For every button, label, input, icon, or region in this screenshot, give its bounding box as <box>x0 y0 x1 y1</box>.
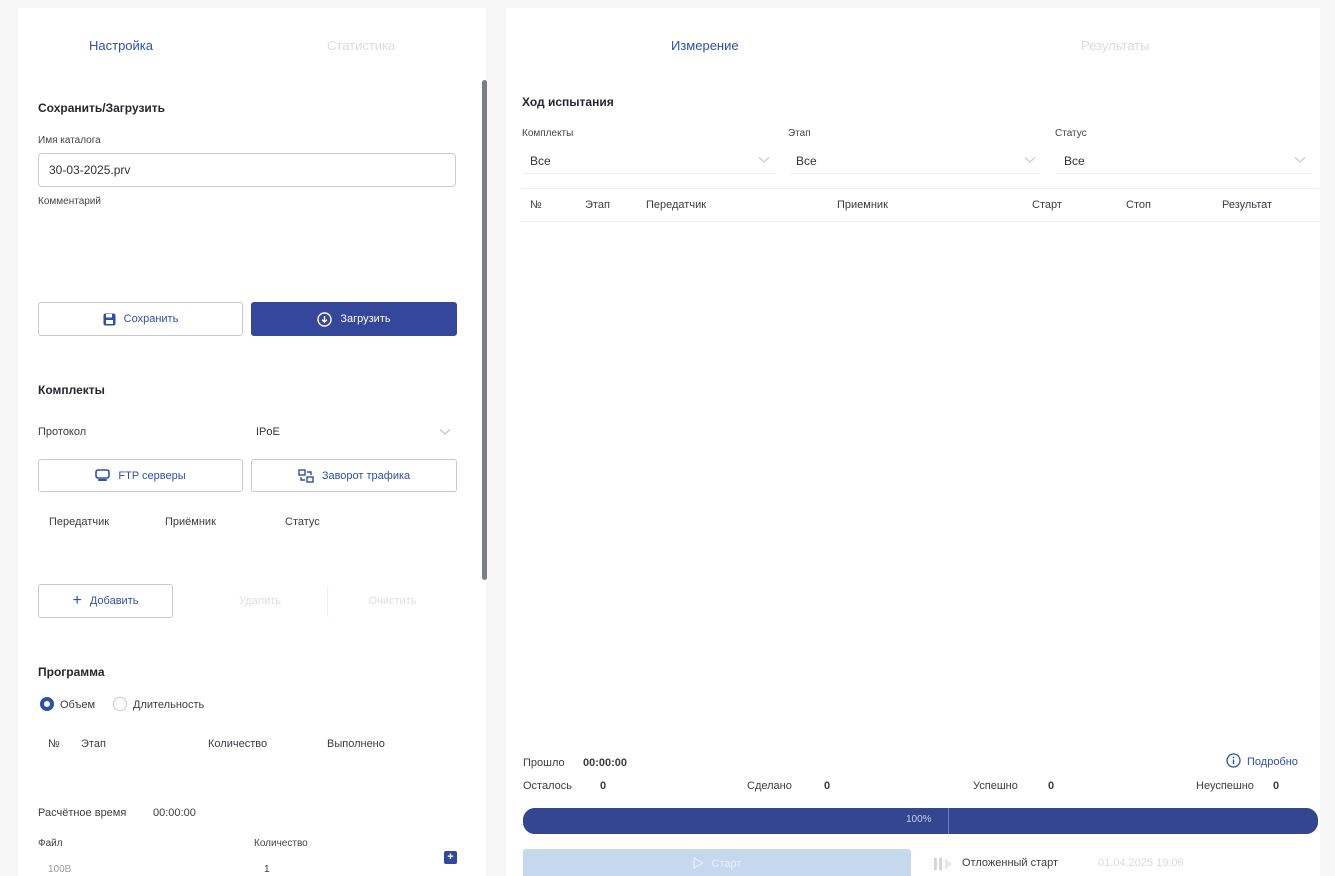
filter-status-value: Все <box>1064 154 1085 168</box>
chevron-down-icon <box>1294 153 1306 167</box>
comment-label: Комментарий <box>38 196 101 207</box>
success-label: Успешно <box>973 780 1018 792</box>
tab-settings[interactable]: Настройка <box>89 38 153 53</box>
delete-kit-button[interactable]: Удалить <box>201 584 319 618</box>
file-label: Файл <box>38 838 63 849</box>
info-icon <box>1226 753 1241 771</box>
filter-stage-label: Этап <box>788 128 811 139</box>
remaining-value: 0 <box>600 780 607 792</box>
program-col-number: № <box>48 738 60 750</box>
done-value: 0 <box>824 780 831 792</box>
fail-label: Неуспешно <box>1196 780 1254 792</box>
add-kit-label: Добавить <box>89 595 139 607</box>
col-stop: Стоп <box>1126 199 1151 211</box>
loopback-icon <box>298 468 314 483</box>
fail-value: 0 <box>1273 780 1280 792</box>
progress-bar: 100% <box>523 808 1318 834</box>
col-number: № <box>530 199 542 211</box>
plus-icon: + <box>72 592 82 609</box>
col-transmitter: Передатчик <box>646 199 707 211</box>
tab-results[interactable]: Результаты <box>1081 38 1149 53</box>
catalog-name-input[interactable]: 30-03-2025.prv <box>38 153 456 187</box>
ftp-servers-label: FTP серверы <box>118 469 186 482</box>
save-button-label: Сохранить <box>123 313 179 325</box>
details-link-label: Подробно <box>1247 756 1298 768</box>
load-button-label: Загрузить <box>340 313 391 325</box>
add-kit-button[interactable]: + Добавить <box>38 584 173 618</box>
protocol-value: IPoE <box>256 426 280 438</box>
progress-divider <box>948 808 949 834</box>
done-label: Сделано <box>747 780 792 792</box>
server-icon <box>95 469 111 482</box>
col-start: Старт <box>1032 199 1062 211</box>
clear-kits-button[interactable]: Очистить <box>327 584 457 618</box>
details-link[interactable]: Подробно <box>1226 753 1298 771</box>
clear-kits-label: Очистить <box>368 595 417 607</box>
filter-status-select[interactable]: Все <box>1058 146 1310 174</box>
remaining-label: Осталось <box>523 780 572 792</box>
save-button[interactable]: Сохранить <box>38 302 243 336</box>
results-table-header <box>522 188 1318 222</box>
calc-time-label: Расчётное время <box>38 807 127 819</box>
chevron-down-icon <box>439 425 451 439</box>
tab-statistics[interactable]: Статистика <box>327 38 395 53</box>
add-program-row-icon[interactable]: + <box>444 851 457 864</box>
traffic-loopback-button[interactable]: Заворот трафика <box>251 459 457 492</box>
left-panel-scrollbar[interactable] <box>482 80 487 580</box>
radio-duration[interactable] <box>113 697 127 711</box>
col-receiver: Приемник <box>837 199 888 211</box>
protocol-label: Протокол <box>38 426 87 438</box>
calc-time-value: 00:00:00 <box>153 807 196 819</box>
catalog-label: Имя каталога <box>38 135 101 146</box>
elapsed-label: Прошло <box>523 757 565 769</box>
filter-status-label: Статус <box>1055 128 1087 139</box>
load-button[interactable]: Загрузить <box>251 302 457 336</box>
save-load-title: Сохранить/Загрузить <box>38 101 166 115</box>
quantity-label: Количество <box>254 838 308 849</box>
kits-col-transmitter: Передатчик <box>49 516 110 528</box>
chevron-down-icon <box>1024 153 1036 167</box>
filter-kits-value: Все <box>530 154 551 168</box>
download-circle-icon <box>317 311 333 327</box>
filter-kits-select[interactable]: Все <box>524 146 774 174</box>
chevron-down-icon <box>758 153 770 167</box>
progress-title: Ход испытания <box>522 95 614 109</box>
traffic-loopback-label: Заворот трафика <box>321 469 411 482</box>
deferred-start-datetime[interactable]: 01.04.2025 19:06 <box>1098 857 1184 869</box>
col-stage: Этап <box>585 199 610 211</box>
file-value[interactable]: 100B <box>48 864 71 875</box>
start-button-label: Старт <box>711 858 742 870</box>
col-result: Результат <box>1222 199 1273 211</box>
quantity-value[interactable]: 1 <box>264 864 270 875</box>
progress-percent: 100% <box>906 814 932 825</box>
kits-col-status: Статус <box>285 516 320 528</box>
elapsed-value: 00:00:00 <box>583 757 628 769</box>
filter-stage-select[interactable]: Все <box>790 146 1040 174</box>
program-title: Программа <box>38 665 105 679</box>
protocol-select[interactable]: IPoE <box>250 418 455 446</box>
play-icon <box>692 856 704 872</box>
kits-col-receiver: Приёмник <box>165 516 216 528</box>
deferred-start-toggle-icon[interactable] <box>933 856 953 875</box>
floppy-disk-icon <box>103 313 116 326</box>
filter-kits-label: Комплекты <box>522 128 574 139</box>
tab-measurement[interactable]: Измерение <box>671 38 739 53</box>
success-value: 0 <box>1048 780 1055 792</box>
radio-volume[interactable] <box>40 697 54 711</box>
measurement-panel <box>506 8 1320 876</box>
start-button[interactable]: Старт <box>523 849 911 876</box>
radio-duration-label: Длительность <box>133 699 205 711</box>
program-col-quantity: Количество <box>208 738 268 750</box>
kits-title: Комплекты <box>38 383 105 397</box>
deferred-start-label: Отложенный старт <box>962 857 1059 869</box>
comment-field[interactable] <box>38 212 456 292</box>
radio-volume-label: Объем <box>60 699 96 711</box>
filter-stage-value: Все <box>796 154 817 168</box>
ftp-servers-button[interactable]: FTP серверы <box>38 459 243 492</box>
program-col-stage: Этап <box>81 738 106 750</box>
delete-kit-label: Удалить <box>239 595 281 607</box>
program-col-done: Выполнено <box>327 738 385 750</box>
